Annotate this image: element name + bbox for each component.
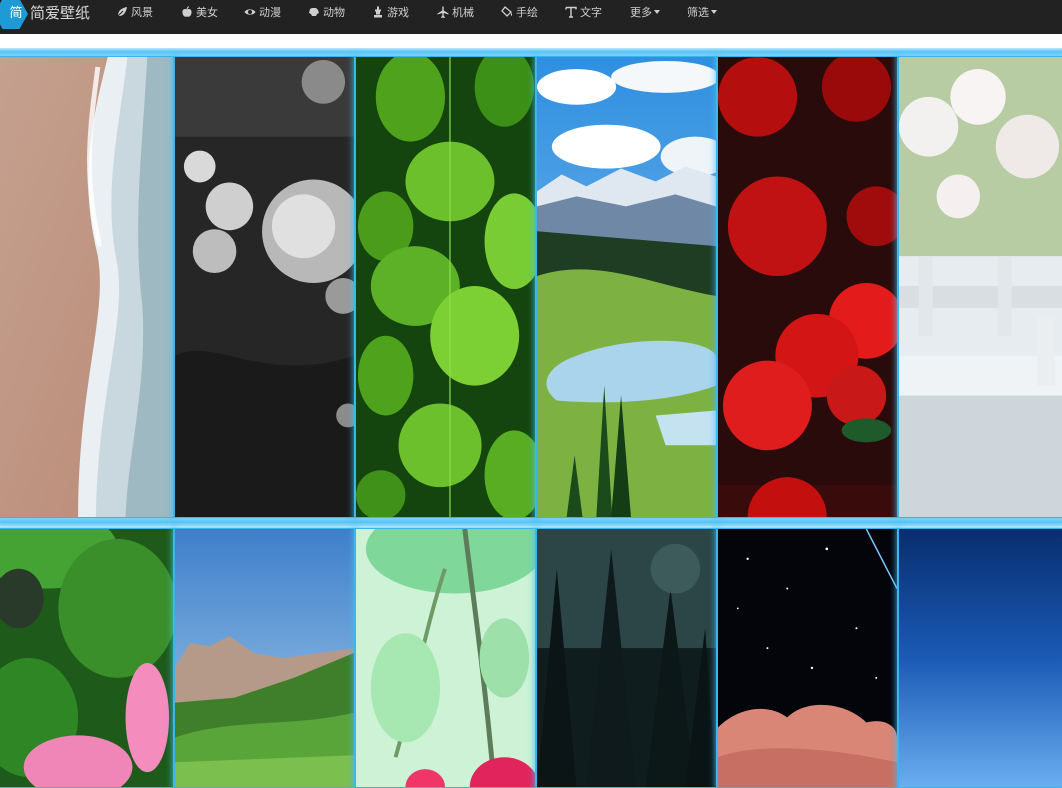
wallpaper-thumbnail-dolomites[interactable] xyxy=(174,528,355,788)
nav-label: 美女 xyxy=(196,6,218,19)
nav-item-animals[interactable]: 动物 xyxy=(308,4,345,22)
leaf-icon xyxy=(116,6,128,18)
dog-icon xyxy=(308,6,320,18)
nav-more-dropdown[interactable]: 更多 xyxy=(630,4,660,22)
nav-item-mechanical[interactable]: 机械 xyxy=(437,4,474,22)
mountain-lake-image xyxy=(537,57,716,517)
wallpaper-thumbnail-mountain-lake[interactable] xyxy=(536,56,717,518)
green-leaves-image xyxy=(356,57,535,517)
apple-icon xyxy=(181,6,193,18)
starry-night-cloud-image xyxy=(718,529,897,787)
text-icon xyxy=(565,6,577,18)
beach-waves-image xyxy=(0,57,173,517)
wallpaper-thumbnail-red-roses[interactable] xyxy=(717,56,898,518)
nav-item-games[interactable]: 游戏 xyxy=(372,4,409,22)
top-navbar: 简 简爱壁纸 风景 美女 动漫 动物 游戏 机械 手绘 文字 更多 筛选 xyxy=(0,0,1062,34)
row-divider xyxy=(0,48,1062,56)
wallpaper-thumbnail-dark-forest[interactable] xyxy=(536,528,717,788)
eye-icon xyxy=(244,6,256,18)
caret-down-icon xyxy=(711,10,717,14)
dolomites-meadow-image xyxy=(175,529,354,787)
wallpaper-thumbnail-beach[interactable] xyxy=(0,56,174,518)
chess-icon xyxy=(372,6,384,18)
blue-sky-gradient-image xyxy=(899,529,1062,787)
nav-label: 文字 xyxy=(580,6,602,19)
nav-filter-dropdown[interactable]: 筛选 xyxy=(687,4,717,22)
green-twig-berry-image xyxy=(356,529,535,787)
nav-label: 更多 xyxy=(630,6,652,19)
nav-label: 风景 xyxy=(131,6,153,19)
plane-icon xyxy=(437,6,449,18)
nav-label: 手绘 xyxy=(516,6,538,19)
caret-down-icon xyxy=(654,10,660,14)
nav-item-anime[interactable]: 动漫 xyxy=(244,4,281,22)
row-divider xyxy=(0,518,1062,526)
nav-label: 动漫 xyxy=(259,6,281,19)
wallpaper-gallery xyxy=(0,34,1062,788)
grayscale-flowers-image xyxy=(175,57,354,517)
nav-item-beauty[interactable]: 美女 xyxy=(181,4,218,22)
red-roses-image xyxy=(718,57,897,517)
logo-char[interactable]: 简 xyxy=(6,6,26,22)
nav-item-text[interactable]: 文字 xyxy=(565,4,602,22)
wallpaper-thumbnail-starry-night[interactable] xyxy=(717,528,898,788)
nav-label: 机械 xyxy=(452,6,474,19)
wallpaper-thumbnail-gray-flowers[interactable] xyxy=(174,56,355,518)
wallpaper-thumbnail-blue-sky[interactable] xyxy=(898,528,1062,788)
nav-label: 筛选 xyxy=(687,6,709,19)
wallpaper-thumbnail-green-leaves[interactable] xyxy=(355,56,536,518)
nav-item-scenery[interactable]: 风景 xyxy=(116,4,153,22)
wallpaper-thumbnail-pink-flower[interactable] xyxy=(0,528,174,788)
dark-forest-image xyxy=(537,529,716,787)
nav-label: 动物 xyxy=(323,6,345,19)
nav-item-handdrawn[interactable]: 手绘 xyxy=(501,4,538,22)
wallpaper-thumbnail-blossom-balustrade[interactable] xyxy=(898,56,1062,518)
site-title[interactable]: 简爱壁纸 xyxy=(30,4,90,22)
nav-label: 游戏 xyxy=(387,6,409,19)
pink-flower-leaves-image xyxy=(0,529,173,787)
blossom-balustrade-image xyxy=(899,57,1062,517)
wallpaper-thumbnail-green-twig[interactable] xyxy=(355,528,536,788)
paint-bucket-icon xyxy=(501,6,513,18)
